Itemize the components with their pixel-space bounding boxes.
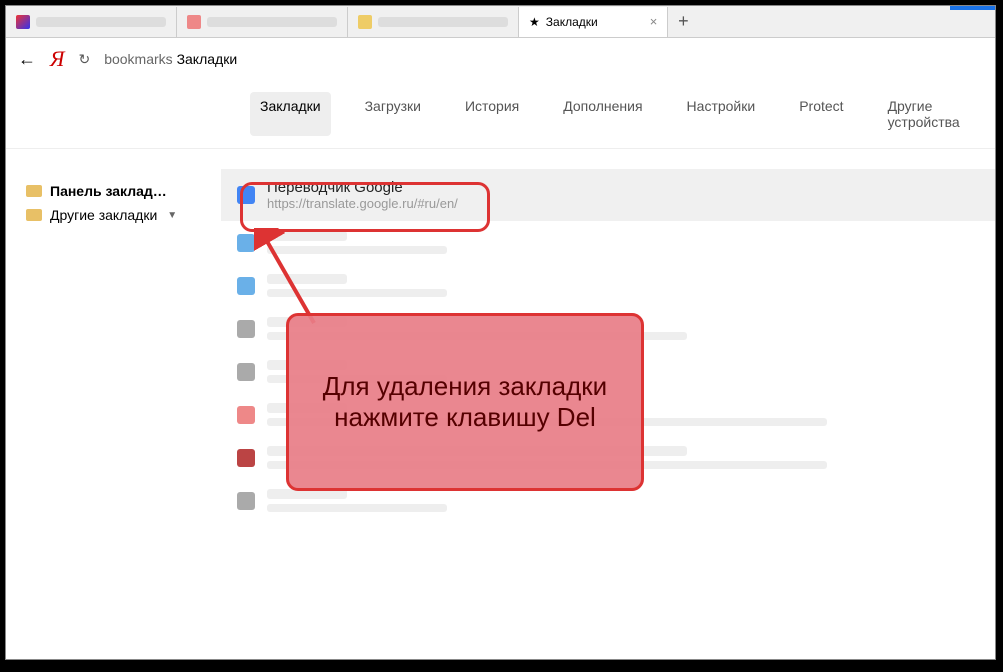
- folder-bookmarks-bar[interactable]: Панель заклад…: [26, 179, 201, 203]
- url-page: Закладки: [177, 51, 238, 67]
- nav-protect[interactable]: Protect: [789, 92, 853, 136]
- callout-text: Для удаления закладки нажмите клавишу De…: [299, 371, 631, 433]
- new-tab-button[interactable]: +: [668, 11, 698, 32]
- browser-window: ★ Закладки × + ← Я ↻ bookmarks Закладки …: [5, 5, 996, 660]
- nav-devices[interactable]: Другие устройства: [878, 92, 995, 136]
- nav-downloads[interactable]: Загрузки: [355, 92, 431, 136]
- folder-label: Панель заклад…: [50, 183, 167, 199]
- folder-icon: [26, 185, 42, 197]
- tab-3[interactable]: [348, 7, 519, 37]
- nav-bookmarks[interactable]: Закладки: [250, 92, 331, 136]
- highlight-annotation: [240, 182, 490, 232]
- address-bar: ← Я ↻ bookmarks Закладки: [6, 38, 995, 80]
- callout-annotation: Для удаления закладки нажмите клавишу De…: [286, 313, 644, 491]
- nav-addons[interactable]: Дополнения: [553, 92, 652, 136]
- folder-other-bookmarks[interactable]: Другие закладки ▼: [26, 203, 201, 227]
- folder-label: Другие закладки: [50, 207, 157, 223]
- tabstrip: ★ Закладки × +: [6, 6, 995, 38]
- tab-2[interactable]: [177, 7, 348, 37]
- favicon-icon: [16, 15, 30, 29]
- favicon-icon: [237, 234, 255, 252]
- nav-history[interactable]: История: [455, 92, 529, 136]
- tab-1[interactable]: [6, 7, 177, 37]
- favicon-icon: [237, 492, 255, 510]
- favicon-icon: [237, 449, 255, 467]
- yandex-logo-icon[interactable]: Я: [50, 46, 64, 72]
- favicon-icon: [237, 363, 255, 381]
- star-icon: ★: [529, 15, 540, 29]
- tab-label: Закладки: [546, 15, 636, 29]
- reload-icon[interactable]: ↻: [78, 51, 90, 68]
- sidebar: Панель заклад… Другие закладки ▼: [6, 149, 221, 522]
- back-button[interactable]: ←: [18, 49, 36, 70]
- favicon-icon: [237, 320, 255, 338]
- close-icon[interactable]: ×: [650, 14, 658, 29]
- nav-tabs: Закладки Загрузки История Дополнения Нас…: [6, 80, 995, 149]
- tab-bookmarks[interactable]: ★ Закладки ×: [519, 7, 668, 37]
- address-field[interactable]: bookmarks Закладки: [104, 51, 237, 67]
- nav-settings[interactable]: Настройки: [677, 92, 766, 136]
- window-accent: [950, 6, 995, 10]
- favicon-icon: [358, 15, 372, 29]
- bookmark-item[interactable]: [221, 264, 995, 307]
- favicon-icon: [187, 15, 201, 29]
- dropdown-icon: ▼: [167, 210, 177, 221]
- url-prefix: bookmarks: [104, 51, 172, 67]
- favicon-icon: [237, 406, 255, 424]
- favicon-icon: [237, 277, 255, 295]
- folder-icon: [26, 209, 42, 221]
